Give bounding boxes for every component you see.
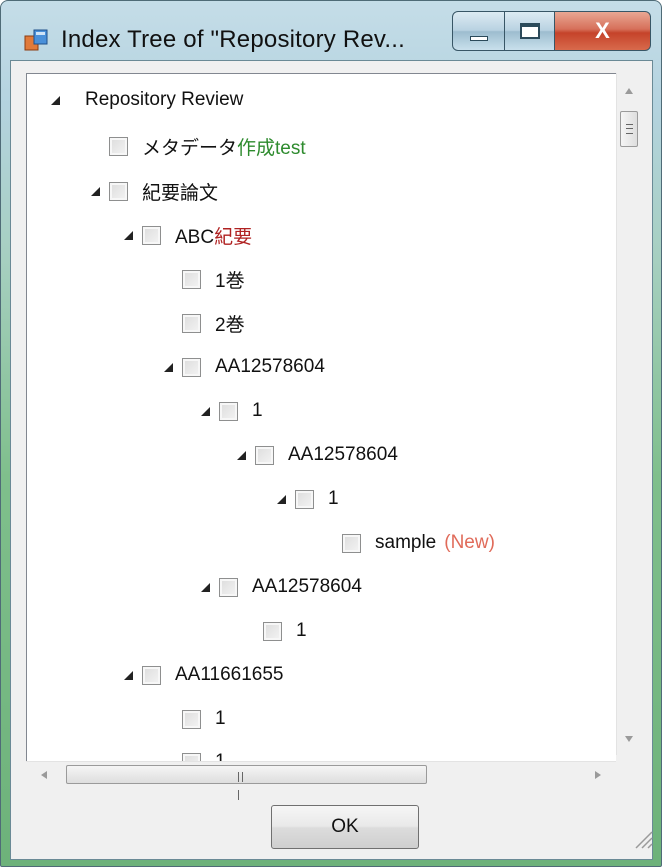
tree-node-checkbox[interactable] xyxy=(255,445,274,465)
tree-node-label: 1 xyxy=(296,620,307,641)
tree-node-checkbox[interactable] xyxy=(182,752,201,761)
tree-node-clipped[interactable]: 1 xyxy=(182,742,226,761)
ok-button[interactable]: OK xyxy=(271,805,419,849)
tree-node-checkbox[interactable] xyxy=(182,709,201,729)
index-tree-view[interactable]: Repository Review メタデータ作成test 紀要論文 ABC紀要… xyxy=(26,73,616,761)
collapse-arrow-icon[interactable] xyxy=(162,361,174,373)
scroll-right-arrow-icon[interactable] xyxy=(594,770,602,780)
tree-node-checkbox[interactable] xyxy=(142,665,161,685)
tree-node-label: AA12578604 xyxy=(215,356,325,377)
tree-node-checkbox[interactable] xyxy=(263,621,282,641)
tree-node-label: メタデータ作成test xyxy=(142,137,306,159)
scroll-grip-icon xyxy=(626,124,633,134)
resize-grip-icon[interactable] xyxy=(631,827,653,849)
tree-node-label: 1 xyxy=(252,400,263,421)
tree-node-checkbox[interactable] xyxy=(109,181,128,201)
tree-node-aa12578604-second[interactable]: AA12578604 xyxy=(199,567,362,607)
tree-node-aa12578604-nested[interactable]: AA12578604 xyxy=(235,435,398,475)
tree-node-checkbox[interactable] xyxy=(142,225,161,245)
tree-node-checkbox[interactable] xyxy=(182,313,201,333)
minimize-icon xyxy=(469,35,488,41)
tree-node-1-nested[interactable]: 1 xyxy=(275,479,339,519)
tree-node-label: AA12578604 xyxy=(252,576,362,597)
tree-node-metadata-test[interactable]: メタデータ作成test xyxy=(109,126,306,166)
tree-node-vol-1[interactable]: 1巻 xyxy=(182,259,245,299)
maximize-icon xyxy=(519,23,540,39)
tree-node-checkbox[interactable] xyxy=(182,269,201,289)
collapse-arrow-icon[interactable] xyxy=(275,493,287,505)
caption-buttons: X xyxy=(452,11,651,51)
scroll-left-arrow-icon[interactable] xyxy=(40,770,48,780)
scrollbar-corner xyxy=(616,761,640,786)
tree-node-checkbox[interactable] xyxy=(109,136,128,156)
collapse-arrow-icon[interactable] xyxy=(199,405,211,417)
vertical-scrollbar[interactable] xyxy=(616,73,640,755)
new-badge: (New) xyxy=(444,532,495,553)
tree-node-checkbox[interactable] xyxy=(219,401,238,421)
tree-node-aa11661655[interactable]: AA11661655 xyxy=(122,655,283,695)
tree-node-label: AA12578604 xyxy=(288,444,398,465)
tree-node-label: ABC紀要 xyxy=(175,226,253,248)
tree-node-sample[interactable]: sample (New) xyxy=(342,523,495,563)
tree-node-repository-review[interactable]: Repository Review xyxy=(49,80,243,120)
scroll-grip-icon xyxy=(238,769,249,800)
tree-node-checkbox[interactable] xyxy=(182,357,201,377)
collapse-arrow-icon[interactable] xyxy=(199,581,211,593)
tree-node-abc-kiyo[interactable]: ABC紀要 xyxy=(122,215,252,255)
collapse-arrow-icon[interactable] xyxy=(122,669,134,681)
collapse-arrow-icon[interactable] xyxy=(122,229,134,241)
tree-node-label: 1 xyxy=(215,708,226,729)
tree-node-1-aa11661655[interactable]: 1 xyxy=(182,699,226,739)
tree-node-label: 1 xyxy=(215,751,226,761)
scroll-down-arrow-icon[interactable] xyxy=(624,735,634,743)
collapse-arrow-icon[interactable] xyxy=(49,94,61,106)
vertical-scroll-thumb[interactable] xyxy=(620,111,638,147)
collapse-arrow-icon[interactable] xyxy=(89,185,101,197)
scroll-up-arrow-icon[interactable] xyxy=(624,87,634,95)
tree-node-label: 1巻 xyxy=(215,270,245,292)
tree-node-vol-2[interactable]: 2巻 xyxy=(182,303,245,343)
tree-node-checkbox[interactable] xyxy=(295,489,314,509)
dialog-window: Index Tree of "Repository Rev... X Repos… xyxy=(0,0,662,867)
window-app-icon xyxy=(24,29,48,51)
close-icon: X xyxy=(595,18,610,43)
tree-node-checkbox[interactable] xyxy=(219,577,238,597)
maximize-button[interactable] xyxy=(505,11,555,51)
close-button[interactable]: X xyxy=(555,11,651,51)
tree-node-aa12578604[interactable]: AA12578604 xyxy=(162,347,325,387)
tree-node-kiyo-ronbun[interactable]: 紀要論文 xyxy=(89,171,218,211)
tree-node-label: 2巻 xyxy=(215,314,245,336)
tree-node-label: Repository Review xyxy=(85,89,244,110)
horizontal-scrollbar[interactable] xyxy=(26,761,616,800)
tree-node-label: 1 xyxy=(328,488,339,509)
minimize-button[interactable] xyxy=(452,11,505,51)
horizontal-scroll-thumb[interactable] xyxy=(66,765,427,800)
tree-node-checkbox[interactable] xyxy=(342,533,361,553)
tree-node-1-second[interactable]: 1 xyxy=(263,611,307,651)
tree-node-label: AA11661655 xyxy=(175,664,284,685)
tree-node-label: sample xyxy=(375,532,437,553)
tree-node-label: 紀要論文 xyxy=(142,182,219,204)
collapse-arrow-icon[interactable] xyxy=(235,449,247,461)
tree-node-1[interactable]: 1 xyxy=(199,391,263,431)
window-title: Index Tree of "Repository Rev... xyxy=(61,26,405,53)
